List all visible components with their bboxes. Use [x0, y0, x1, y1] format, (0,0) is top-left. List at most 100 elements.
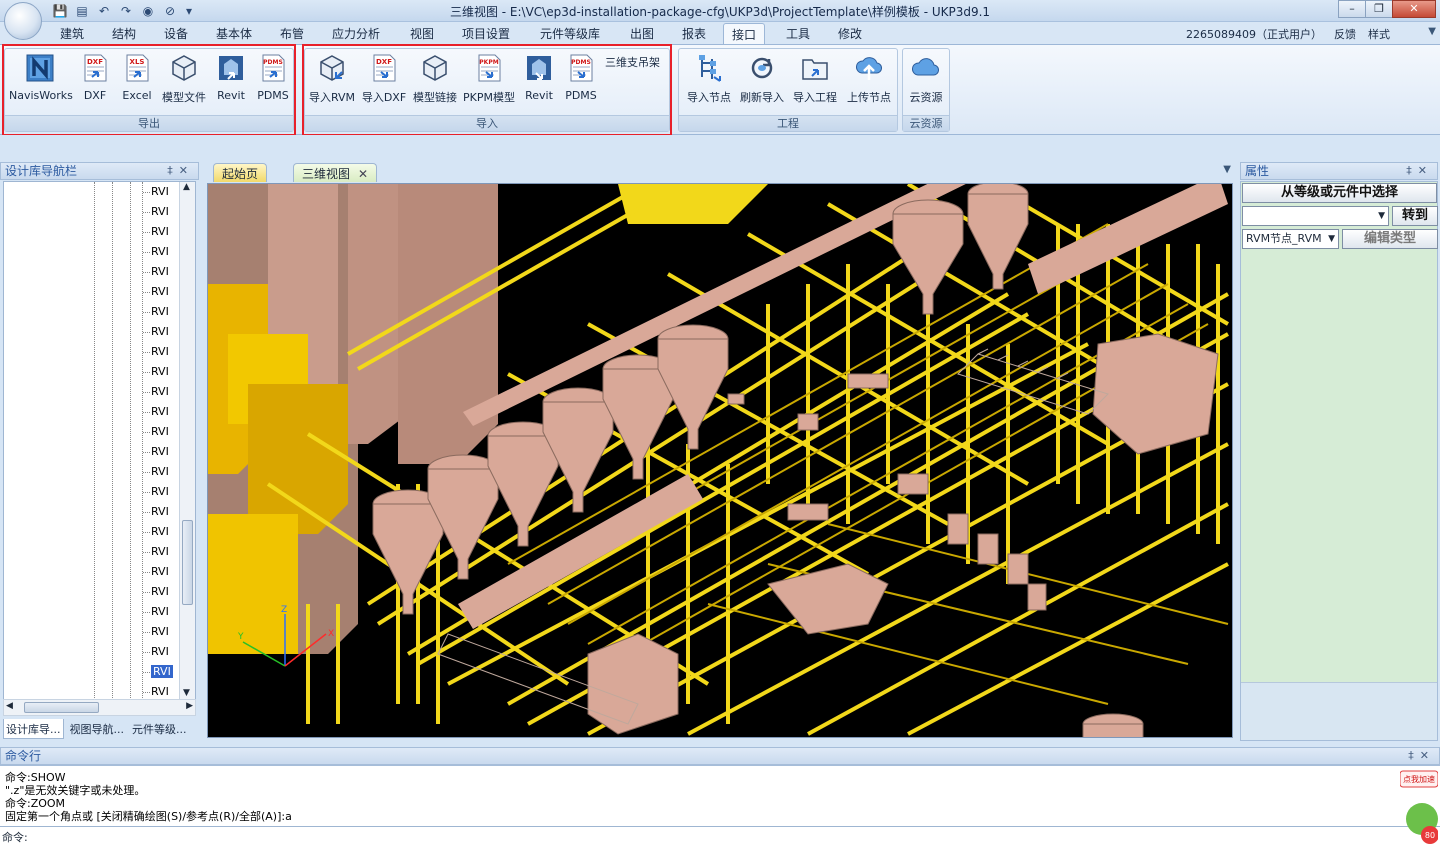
tab-view[interactable]: 视图 — [410, 25, 434, 42]
component-combo[interactable]: ▼ — [1242, 206, 1389, 226]
tree-item[interactable]: RVI — [143, 445, 169, 458]
tab-architecture[interactable]: 建筑 — [60, 25, 84, 42]
window-controls: – ❐ ✕ — [1338, 0, 1436, 18]
tree-item[interactable]: RVI — [143, 185, 169, 198]
speed-up-badge[interactable]: 点我加速 80 — [1400, 769, 1438, 844]
tree-item[interactable]: RVI — [143, 545, 169, 558]
command-history-line: 固定第一个角点或 [关闭精确绘图(S)/参考点(R)/全部(A)]:a — [5, 810, 292, 823]
tab-design-library[interactable]: 设计库导... — [3, 719, 64, 739]
design-library-tree[interactable]: ▲ ▼ RVI RVI RVI RVI RVI RVI RVI RVI RVI RVI RVI RVI… — [3, 181, 196, 701]
tree-item[interactable]: RVI — [143, 665, 173, 678]
tree-item[interactable]: RVI — [143, 585, 169, 598]
tab-tools[interactable]: 工具 — [786, 25, 810, 42]
pin-close-icons[interactable]: ‡✕ — [167, 163, 194, 179]
svg-text:点我加速: 点我加速 — [1403, 774, 1435, 784]
tree-item[interactable]: RVI — [143, 365, 169, 378]
tab-piping[interactable]: 布管 — [280, 25, 304, 42]
tree-item[interactable]: RVI — [143, 265, 169, 278]
tree-item[interactable]: RVI — [143, 565, 169, 578]
close-tab-icon[interactable]: ✕ — [358, 167, 368, 181]
tree-item[interactable]: RVI — [143, 465, 169, 478]
select-from-grade-button[interactable]: 从等级或元件中选择 — [1242, 183, 1437, 203]
tab-interface[interactable]: 接口 — [723, 23, 766, 44]
nav-hscroll-thumb[interactable] — [24, 702, 99, 713]
window-title: 三维视图 - E:\VC\ep3d-installation-package-c… — [449, 5, 991, 19]
ribbon-options-icon[interactable]: ▼ — [1428, 26, 1436, 37]
edit-type-button[interactable]: 编辑类型 — [1342, 229, 1438, 249]
tree-item[interactable]: RVI — [143, 625, 169, 638]
tab-modify[interactable]: 修改 — [838, 25, 862, 42]
scroll-left-icon[interactable]: ◀ — [6, 701, 13, 711]
command-panel-title: 命令行 ‡✕ — [0, 747, 1440, 765]
tree-item[interactable]: RVI — [143, 505, 169, 518]
tree-item[interactable]: RVI — [143, 425, 169, 438]
cloud-upload-icon — [856, 57, 883, 80]
cloud-resource-button[interactable]: 云资源 — [906, 53, 946, 105]
import-node-button[interactable]: 导入节点 — [683, 53, 735, 105]
svg-text:X: X — [328, 629, 334, 639]
nav-scroll-thumb[interactable] — [182, 520, 193, 605]
tab-equipment[interactable]: 设备 — [164, 25, 188, 42]
nav-bottom-tabs: 设计库导... 视图导航... 元件等级... — [3, 719, 199, 739]
tab-stress-analysis[interactable]: 应力分析 — [332, 25, 380, 42]
tab-project-settings[interactable]: 项目设置 — [462, 25, 510, 42]
refresh-import-button[interactable]: 刷新导入 — [737, 53, 787, 105]
scroll-up-icon[interactable]: ▲ — [183, 182, 190, 192]
node-type-combo[interactable]: RVM节点_RVM ▼ — [1242, 229, 1339, 249]
pin-close-icons[interactable]: ‡✕ — [1408, 748, 1435, 764]
tab-structure[interactable]: 结构 — [112, 25, 136, 42]
chevron-down-icon: ▼ — [1328, 234, 1335, 244]
tree-item[interactable]: RVI — [143, 225, 169, 238]
tree-item[interactable]: RVI — [143, 325, 169, 338]
folder-import-icon — [802, 59, 828, 80]
tab-component-library[interactable]: 元件等级库 — [540, 25, 600, 42]
scroll-right-icon[interactable]: ▶ — [186, 701, 193, 711]
application-menu-button[interactable] — [4, 2, 42, 40]
upload-node-button[interactable]: 上传节点 — [843, 53, 895, 105]
tree-item[interactable]: RVI — [143, 485, 169, 498]
tree-item[interactable]: RVI — [143, 685, 169, 698]
properties-description-area — [1241, 682, 1437, 740]
command-input-row: 命令: — [0, 826, 1440, 844]
3d-viewport[interactable]: Z Y X — [207, 183, 1233, 738]
style-menu[interactable]: 样式 — [1368, 26, 1390, 42]
feedback-link[interactable]: 反馈 — [1334, 26, 1356, 42]
nav-horizontal-scrollbar[interactable]: ◀ ▶ — [3, 699, 196, 716]
tab-3d-view[interactable]: 三维视图 ✕ — [293, 163, 378, 182]
properties-panel-title: 属性 ‡✕ — [1240, 162, 1438, 180]
minimize-button[interactable]: – — [1338, 0, 1366, 18]
svg-text:Y: Y — [237, 632, 244, 642]
plant-3d-model[interactable]: Z Y X — [208, 184, 1233, 738]
tab-drawing[interactable]: 出图 — [630, 25, 654, 42]
maximize-button[interactable]: ❐ — [1365, 0, 1393, 18]
pin-close-icons[interactable]: ‡✕ — [1406, 163, 1433, 179]
tree-item[interactable]: RVI — [143, 345, 169, 358]
close-button[interactable]: ✕ — [1392, 0, 1436, 18]
scroll-down-icon[interactable]: ▼ — [183, 688, 190, 698]
tree-item[interactable]: RVI — [143, 405, 169, 418]
tab-reports[interactable]: 报表 — [682, 25, 706, 42]
command-input[interactable] — [30, 828, 1390, 844]
svg-text:80: 80 — [1425, 831, 1435, 840]
tab-component-grade[interactable]: 元件等级... — [130, 719, 189, 739]
tab-list-dropdown-icon[interactable]: ▼ — [1223, 164, 1231, 175]
tab-view-navigator[interactable]: 视图导航... — [68, 719, 127, 739]
title-bar: 💾 ▤ ↶ ↷ ◉ ⊘ ▾ 三维视图 - E:\VC\ep3d-installa… — [0, 0, 1440, 22]
import-project-button[interactable]: 导入工程 — [789, 53, 841, 105]
export-highlight-box — [2, 44, 296, 136]
tab-start-page[interactable]: 起始页 — [213, 163, 268, 182]
pipe-network-secondary — [507, 223, 1229, 705]
tab-primitives[interactable]: 基本体 — [216, 25, 252, 42]
tree-item[interactable]: RVI — [143, 605, 169, 618]
tree-item[interactable]: RVI — [143, 205, 169, 218]
tree-item[interactable]: RVI — [143, 385, 169, 398]
tree-item[interactable]: RVI — [143, 285, 169, 298]
tree-item[interactable]: RVI — [143, 525, 169, 538]
tree-item[interactable]: RVI — [143, 245, 169, 258]
dock-background — [0, 135, 1440, 162]
tree-item[interactable]: RVI — [143, 645, 169, 658]
goto-button[interactable]: 转到 — [1392, 206, 1438, 226]
user-info: 2265089409（正式用户） 反馈 样式 — [1186, 26, 1390, 42]
tree-item[interactable]: RVI — [143, 305, 169, 318]
nav-vertical-scrollbar[interactable]: ▲ ▼ — [179, 182, 195, 700]
